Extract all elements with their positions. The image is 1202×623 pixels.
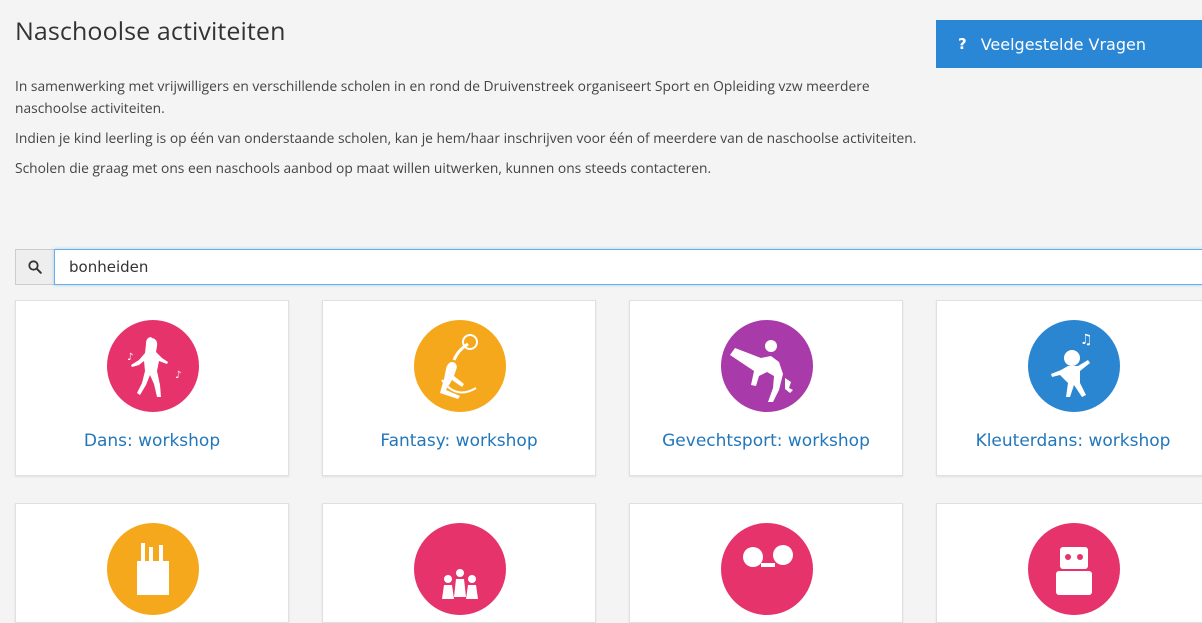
- svg-text:♪: ♪: [127, 349, 133, 363]
- search-input[interactable]: [54, 249, 1202, 285]
- music-kids-icon: [721, 523, 813, 615]
- activity-card[interactable]: [322, 503, 596, 623]
- activity-card-fantasy[interactable]: Fantasy: workshop: [322, 300, 596, 476]
- svg-text:♪: ♪: [175, 367, 181, 381]
- activity-card[interactable]: [629, 503, 903, 623]
- activity-label[interactable]: Dans: workshop: [16, 431, 288, 451]
- faq-button[interactable]: ? Veelgestelde Vragen: [936, 20, 1202, 68]
- activity-label[interactable]: Fantasy: workshop: [323, 431, 595, 451]
- activity-card-dans[interactable]: ♪ ♪ Dans: workshop: [15, 300, 289, 476]
- question-icon: ?: [958, 35, 967, 53]
- intro-paragraph: Indien je kind leerling is op één van on…: [15, 129, 917, 148]
- craft-supplies-icon: [107, 523, 199, 615]
- martial-arts-icon: [721, 320, 813, 412]
- fairy-icon: [414, 320, 506, 412]
- activity-card[interactable]: [15, 503, 289, 623]
- faq-button-label: Veelgestelde Vragen: [980, 34, 1146, 54]
- intro-text: In samenwerking met vrijwilligers en ver…: [15, 76, 920, 188]
- toddler-dance-icon: ♫: [1028, 320, 1120, 412]
- search-icon[interactable]: [15, 249, 54, 285]
- kids-group-icon: [414, 523, 506, 615]
- intro-paragraph: Scholen die graag met ons een naschools …: [15, 159, 712, 178]
- svg-text:♫: ♫: [1080, 330, 1093, 349]
- activity-card[interactable]: [936, 503, 1202, 623]
- robot-icon: [1028, 523, 1120, 615]
- activity-card-kleuterdans[interactable]: ♫ Kleuterdans: workshop: [936, 300, 1202, 476]
- intro-paragraph: In samenwerking met vrijwilligers en ver…: [15, 77, 870, 118]
- activity-label[interactable]: Kleuterdans: workshop: [937, 431, 1202, 451]
- activity-card-gevechtsport[interactable]: Gevechtsport: workshop: [629, 300, 903, 476]
- page-title: Naschoolse activiteiten: [15, 14, 286, 48]
- dancer-icon: ♪ ♪: [107, 320, 199, 412]
- search-bar: [15, 249, 1202, 285]
- activity-label[interactable]: Gevechtsport: workshop: [630, 431, 902, 451]
